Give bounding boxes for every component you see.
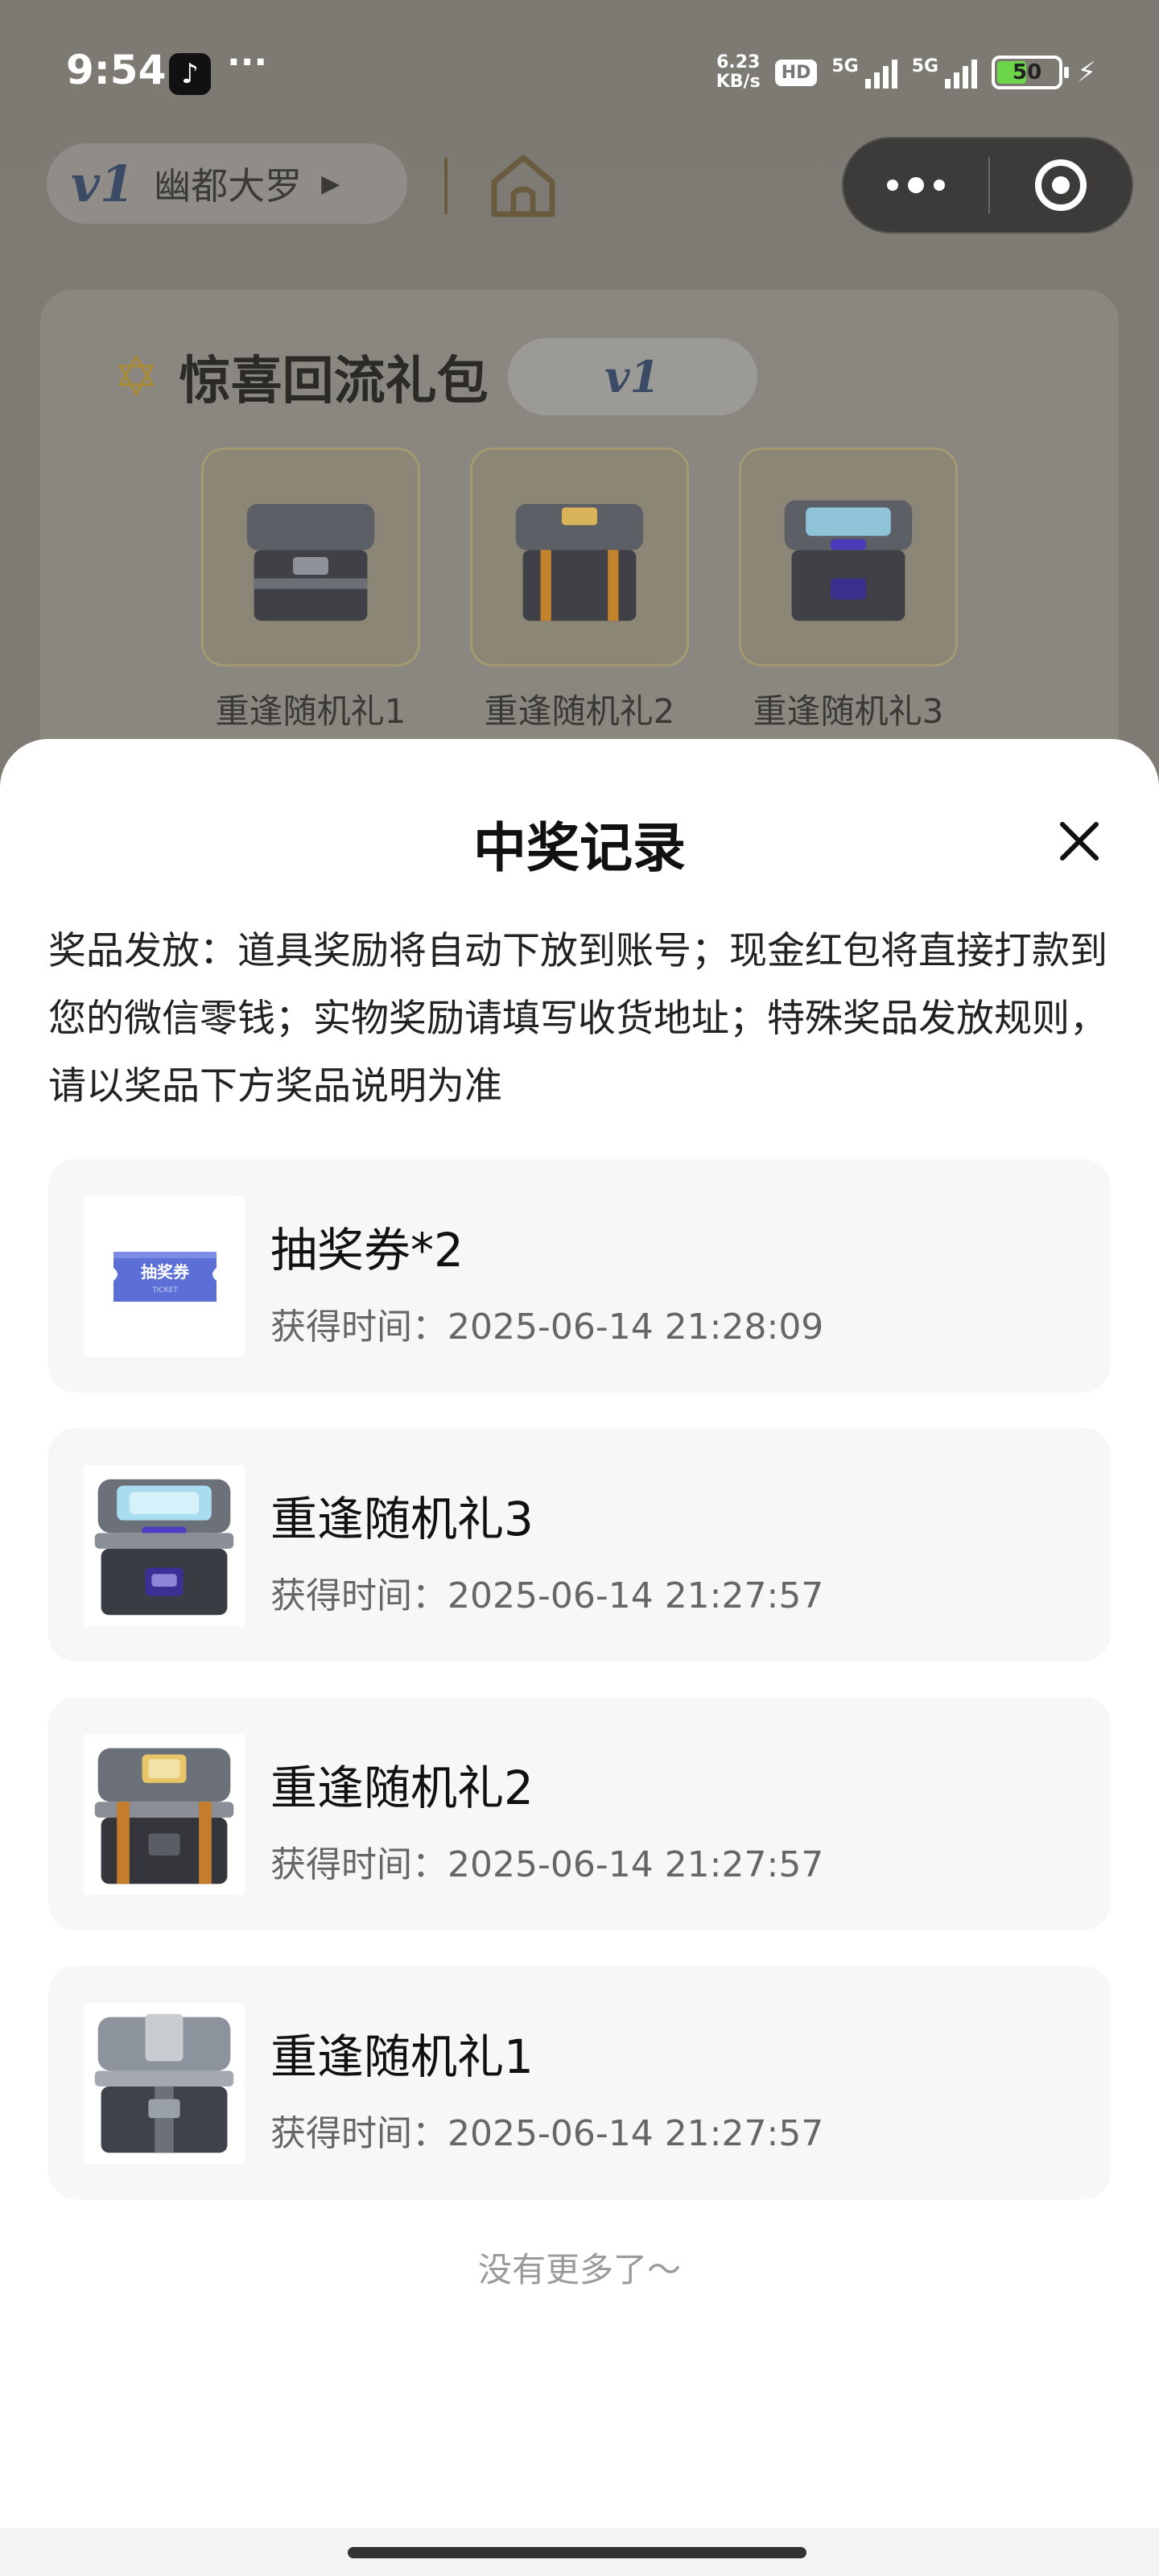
nav-divider — [444, 158, 448, 214]
gift-label-1: 重逢随机礼1 — [215, 691, 406, 731]
status-bar: 9:54 ♪ ··· 6.23 KB/s HD 5G 5G 50 ⚡ — [0, 0, 1159, 145]
chest-purple-icon — [94, 1479, 234, 1616]
gift-label-3: 重逢随机礼3 — [753, 691, 944, 731]
caret-right-icon: ▶ — [321, 169, 340, 198]
record-obtained-time: 获得时间：2025-06-14 21:27:57 — [270, 1575, 824, 1616]
gift-label-2: 重逢随机礼2 — [484, 691, 675, 731]
lottery-ticket-icon: 抽奖券 TICKET — [113, 1252, 217, 1302]
prize-distribution-notice: 奖品发放：道具奖励将自动下放到账号；现金红包将直接打款到您的微信零钱；实物奖励请… — [48, 929, 1107, 1108]
brand-logo: v1 — [71, 154, 135, 213]
chest-orange-icon — [94, 1748, 234, 1885]
battery-icon: 50 — [992, 56, 1070, 89]
record-thumbnail — [84, 1465, 245, 1626]
record-prize-name: 抽奖券*2 — [270, 1223, 464, 1278]
record-prize-name: 重逢随机礼2 — [270, 1761, 534, 1815]
vip-tag: v1 — [507, 338, 757, 415]
brand-switcher[interactable]: v1 幽都大罗 ▶ — [47, 143, 407, 224]
record-prize-name: 重逢随机礼1 — [270, 2029, 534, 2084]
net-speed: 6.23 KB/s — [716, 53, 761, 92]
background-page: 9:54 ♪ ··· 6.23 KB/s HD 5G 5G 50 ⚡ v1 幽都… — [0, 0, 1159, 853]
ticket-text: 抽奖券 — [141, 1262, 190, 1282]
record-obtained-time: 获得时间：2025-06-14 21:27:57 — [270, 1844, 824, 1885]
end-of-list-text: 没有更多了～ — [477, 2250, 681, 2289]
prize-record-list: 抽奖券 TICKET 抽奖券*2 获得时间：2025-06-14 21:28:0… — [48, 1159, 1111, 2235]
status-indicators: 6.23 KB/s HD 5G 5G 50 ⚡ — [716, 53, 1096, 92]
record-thumbnail — [84, 2003, 245, 2164]
target-icon — [1035, 159, 1087, 211]
record-thumbnail: 抽奖券 TICKET — [84, 1196, 245, 1357]
gift-card-header: ✡ 惊喜回流礼包 v1 — [113, 338, 757, 415]
chest-icon — [784, 500, 913, 621]
star-badge-icon: ✡ — [113, 344, 160, 410]
more-options-button[interactable] — [843, 138, 988, 232]
record-prize-name: 重逢随机礼3 — [270, 1492, 534, 1546]
record-item[interactable]: 重逢随机礼1 获得时间：2025-06-14 21:27:57 — [48, 1966, 1111, 2199]
record-item[interactable]: 抽奖券 TICKET 抽奖券*2 获得时间：2025-06-14 21:28:0… — [48, 1159, 1111, 1393]
exit-mini-program-button[interactable] — [990, 159, 1132, 211]
battery-level: 50 — [1013, 60, 1042, 85]
network-label-2: 5G — [911, 56, 939, 76]
net-speed-unit: KB/s — [716, 72, 761, 92]
record-obtained-time: 获得时间：2025-06-14 21:28:09 — [270, 1307, 824, 1348]
signal-icon-2 — [945, 56, 978, 89]
status-more-icon: ··· — [227, 42, 268, 83]
prize-record-sheet: 中奖记录 奖品发放：道具奖励将自动下放到账号；现金红包将直接打款到您的微信零钱；… — [0, 739, 1159, 2576]
brand-name: 幽都大罗 — [154, 164, 303, 208]
record-item[interactable]: 重逢随机礼3 获得时间：2025-06-14 21:27:57 — [48, 1428, 1111, 1662]
ticket-subtext: TICKET — [151, 1286, 178, 1294]
record-obtained-time: 获得时间：2025-06-14 21:27:57 — [270, 2113, 824, 2154]
home-icon[interactable] — [483, 145, 563, 225]
gift-box-3[interactable] — [739, 448, 958, 667]
chest-icon — [515, 504, 644, 621]
close-icon[interactable] — [1051, 813, 1107, 869]
charging-icon: ⚡ — [1077, 56, 1096, 89]
home-indicator[interactable] — [348, 2547, 806, 2558]
gift-card-title: 惊喜回流礼包 — [179, 352, 489, 411]
tiktok-icon: ♪ — [169, 53, 211, 95]
gift-box-2[interactable] — [470, 448, 689, 667]
net-speed-value: 6.23 — [716, 52, 761, 72]
record-item[interactable]: 重逢随机礼2 获得时间：2025-06-14 21:27:57 — [48, 1697, 1111, 1930]
status-time: 9:54 — [66, 47, 167, 93]
hd-badge: HD — [774, 59, 818, 86]
sheet-title: 中奖记录 — [473, 817, 686, 879]
chest-silver-icon — [94, 2013, 234, 2153]
signal-icon — [864, 56, 897, 89]
gift-box-1[interactable] — [201, 448, 420, 667]
network-label-1: 5G — [831, 56, 859, 76]
record-thumbnail — [84, 1734, 245, 1895]
mini-program-capsule — [842, 137, 1133, 233]
chest-icon — [246, 504, 375, 621]
